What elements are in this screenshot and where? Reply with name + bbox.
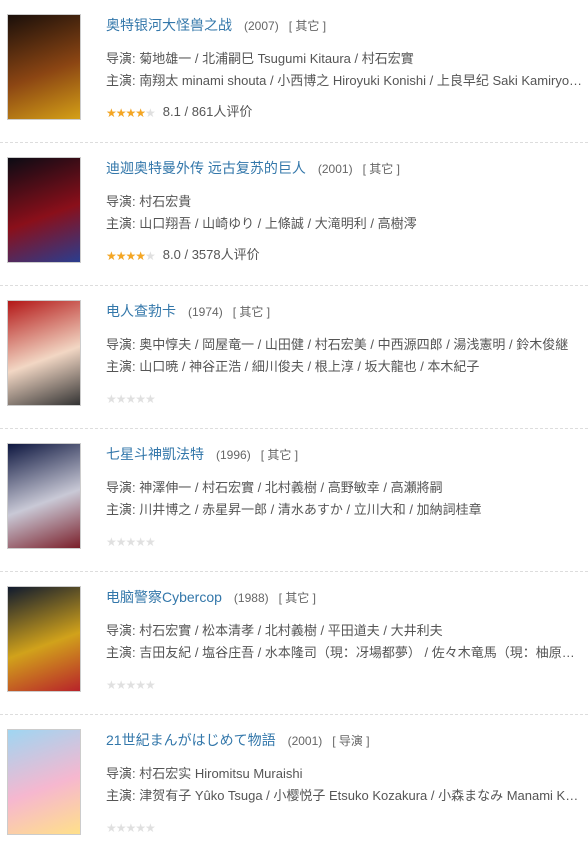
director-line: 导演: 村石宏貴 [106,191,584,213]
movie-info: 迪迦奥特曼外传 远古复苏的巨人 (2001) [ 其它 ] 导演: 村石宏貴 主演:… [106,157,584,265]
rating-score: 8.1 / 861人评价 [162,104,253,119]
filmography-list: 奥特银河大怪兽之战 (2007) [ 其它 ] 导演: 菊地雄一 / 北浦嗣巳 Ts… [0,0,588,858]
rating-stars: ★★★★★★★★★★ [106,248,156,263]
movie-info: 电人查勃卡 (1974) [ 其它 ] 导演: 奥中惇夫 / 岡屋竜一 / 山田健 … [106,300,584,408]
title-line: 迪迦奥特曼外传 远古复苏的巨人 (2001) [ 其它 ] [106,157,584,179]
movie-poster[interactable] [7,729,81,835]
director-label: 导演: [106,194,140,209]
rating: ★★★★★★★★★★ [106,674,584,694]
cast-line: 主演: 吉田友紀 / 塩谷庄吾 / 水本隆司（現：冴場都夢） / 佐々木竜馬（現… [106,642,584,664]
rating-stars: ★★★★★★★★★★ [106,105,156,120]
director-label: 导演: [106,623,140,638]
director-names: 村石宏實 / 松本清孝 / 北村義樹 / 平田道夫 / 大井利夫 [139,623,443,638]
movie-info: 七星斗神凱法特 (1996) [ 其它 ] 导演: 神澤伸一 / 村石宏實 / 北村… [106,443,584,551]
rating: ★★★★★★★★★★ 8.0 / 3578人评价 [106,245,584,265]
rating-stars: ★★★★★★★★★★ [106,820,156,835]
cast-names: 川井博之 / 赤星昇一郎 / 清水あすか / 立川大和 / 加納詞桂章 [139,502,482,517]
movie-info: 电脑警察Cybercop (1988) [ 其它 ] 导演: 村石宏實 / 松本清孝… [106,586,584,694]
cast-line: 主演: 津贺有子 Yûko Tsuga / 小樱悦子 Etsuko Kozaku… [106,785,584,807]
rating: ★★★★★★★★★★ 8.1 / 861人评价 [106,102,584,122]
cast-label: 主演: [106,359,140,374]
title-line: 电脑警察Cybercop (1988) [ 其它 ] [106,586,584,608]
role-tag: [ 其它 ] [278,591,316,605]
cast-label: 主演: [106,73,140,88]
cast-line: 主演: 川井博之 / 赤星昇一郎 / 清水あすか / 立川大和 / 加納詞桂章 [106,499,584,521]
director-line: 导演: 神澤伸一 / 村石宏實 / 北村義樹 / 高野敏幸 / 高瀬將嗣 [106,477,584,499]
poster-image [8,587,80,691]
movie-title-link[interactable]: 奥特银河大怪兽之战 [106,17,232,33]
list-item: 电脑警察Cybercop (1988) [ 其它 ] 导演: 村石宏實 / 松本清孝… [0,572,588,715]
title-line: 七星斗神凱法特 (1996) [ 其它 ] [106,443,584,465]
title-line: 21世紀まんがはじめて物語 (2001) [ 导演 ] [106,729,584,751]
director-names: 菊地雄一 / 北浦嗣巳 Tsugumi Kitaura / 村石宏實 [139,51,414,66]
movie-title-link[interactable]: 21世紀まんがはじめて物語 [106,732,276,748]
movie-poster[interactable] [7,443,81,549]
director-names: 奥中惇夫 / 岡屋竜一 / 山田健 / 村石宏美 / 中西源四郎 / 湯浅憲明 … [139,337,569,352]
movie-year: (2001) [287,734,323,748]
rating: ★★★★★★★★★★ [106,531,584,551]
cast-names: 吉田友紀 / 塩谷庄吾 / 水本隆司（現：冴場都夢） / 佐々木竜馬（現：柚原旬… [139,645,584,660]
cast-label: 主演: [106,502,140,517]
movie-title-link[interactable]: 迪迦奥特曼外传 远古复苏的巨人 [106,160,306,176]
rating: ★★★★★★★★★★ [106,817,584,837]
cast-names: 山口翔吾 / 山崎ゆり / 上條誠 / 大滝明利 / 高樹澪 [139,216,417,231]
role-tag: [ 其它 ] [232,305,271,319]
rating-score: 8.0 / 3578人评价 [162,247,260,262]
list-item: 电人查勃卡 (1974) [ 其它 ] 导演: 奥中惇夫 / 岡屋竜一 / 山田健 … [0,286,588,429]
title-line: 奥特银河大怪兽之战 (2007) [ 其它 ] [106,14,584,36]
role-tag: [ 其它 ] [288,19,327,33]
list-item: 七星斗神凱法特 (1996) [ 其它 ] 导演: 神澤伸一 / 村石宏實 / 北村… [0,429,588,572]
movie-poster[interactable] [7,300,81,406]
cast-line: 主演: 南翔太 minami shouta / 小西博之 Hiroyuki Ko… [106,70,584,92]
director-line: 导演: 村石宏实 Hiromitsu Muraishi [106,763,584,785]
movie-poster[interactable] [7,157,81,263]
role-tag: [ 其它 ] [260,448,299,462]
poster-image [8,301,80,405]
director-names: 村石宏实 Hiromitsu Muraishi [139,766,303,781]
movie-year: (2001) [317,162,353,176]
cast-line: 主演: 山口暁 / 神谷正浩 / 細川俊夫 / 根上淳 / 坂大龍也 / 本木紀… [106,356,584,378]
rating-stars: ★★★★★★★★★★ [106,391,156,406]
director-line: 导演: 奥中惇夫 / 岡屋竜一 / 山田健 / 村石宏美 / 中西源四郎 / 湯… [106,334,584,356]
list-item: 奥特银河大怪兽之战 (2007) [ 其它 ] 导演: 菊地雄一 / 北浦嗣巳 Ts… [0,0,588,143]
poster-image [8,444,80,548]
movie-poster[interactable] [7,586,81,692]
director-names: 村石宏貴 [139,194,192,209]
director-label: 导演: [106,480,140,495]
movie-year: (1974) [188,305,223,319]
rating-stars: ★★★★★★★★★★ [106,677,156,692]
role-tag: [ 其它 ] [362,162,400,176]
director-label: 导演: [106,766,140,781]
poster-image [8,730,80,834]
movie-year: (1996) [216,448,251,462]
movie-title-link[interactable]: 七星斗神凱法特 [106,446,204,462]
movie-year: (1988) [233,591,269,605]
cast-label: 主演: [106,216,140,231]
movie-year: (2007) [244,19,279,33]
rating-stars: ★★★★★★★★★★ [106,534,156,549]
title-line: 电人查勃卡 (1974) [ 其它 ] [106,300,584,322]
director-label: 导演: [106,337,140,352]
poster-image [8,15,80,119]
director-label: 导演: [106,51,140,66]
movie-info: 21世紀まんがはじめて物語 (2001) [ 导演 ] 导演: 村石宏实 Hirom… [106,729,584,837]
poster-image [8,158,80,262]
list-item: 21世紀まんがはじめて物語 (2001) [ 导演 ] 导演: 村石宏实 Hirom… [0,715,588,858]
movie-info: 奥特银河大怪兽之战 (2007) [ 其它 ] 导演: 菊地雄一 / 北浦嗣巳 Ts… [106,14,584,122]
cast-names: 南翔太 minami shouta / 小西博之 Hiroyuki Konish… [139,73,583,88]
role-tag: [ 导演 ] [332,734,370,748]
movie-poster[interactable] [7,14,81,120]
movie-title-link[interactable]: 电脑警察Cybercop [106,589,222,605]
movie-title-link[interactable]: 电人查勃卡 [106,303,176,319]
cast-names: 津贺有子 Yûko Tsuga / 小樱悦子 Etsuko Kozakura /… [139,788,584,803]
cast-label: 主演: [106,788,140,803]
cast-line: 主演: 山口翔吾 / 山崎ゆり / 上條誠 / 大滝明利 / 高樹澪 [106,213,584,235]
director-names: 神澤伸一 / 村石宏實 / 北村義樹 / 高野敏幸 / 高瀬將嗣 [139,480,443,495]
director-line: 导演: 村石宏實 / 松本清孝 / 北村義樹 / 平田道夫 / 大井利夫 [106,620,584,642]
list-item: 迪迦奥特曼外传 远古复苏的巨人 (2001) [ 其它 ] 导演: 村石宏貴 主演:… [0,143,588,286]
cast-names: 山口暁 / 神谷正浩 / 細川俊夫 / 根上淳 / 坂大龍也 / 本木紀子 [139,359,480,374]
rating: ★★★★★★★★★★ [106,388,584,408]
director-line: 导演: 菊地雄一 / 北浦嗣巳 Tsugumi Kitaura / 村石宏實 [106,48,584,70]
cast-label: 主演: [106,645,140,660]
